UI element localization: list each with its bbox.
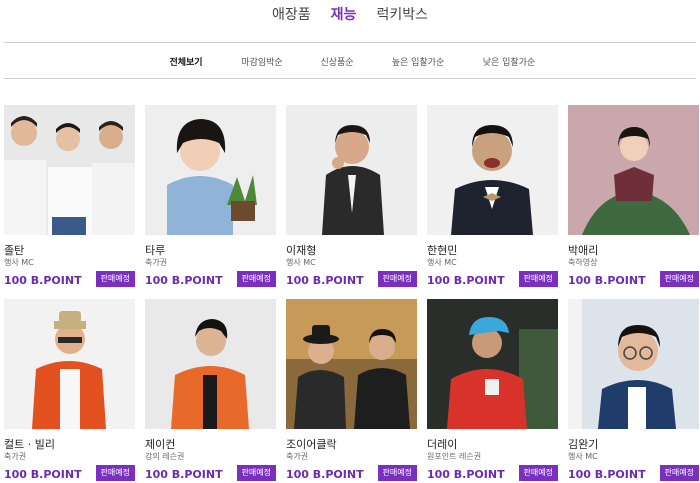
product-category: 원포인트 레슨권 — [427, 452, 482, 461]
product-card[interactable]: 판매예정 박애리 축하영상 100 B.POINT — [568, 105, 699, 287]
product-price: 100 B.POINT — [568, 468, 646, 481]
product-price: 100 B.POINT — [4, 274, 82, 287]
product-card[interactable]: 판매예정 조이어클락 축가권 100 B.POINT — [286, 299, 417, 481]
product-category: 축하영상 — [568, 258, 598, 267]
tab-lucky-box[interactable]: 럭키박스 — [376, 5, 428, 27]
product-photo — [286, 105, 417, 235]
product-card[interactable]: 판매예정 졸탄 행사 MC 100 B.POINT — [4, 105, 135, 287]
product-name: 한현민 — [427, 244, 458, 257]
product-price: 100 B.POINT — [145, 274, 223, 287]
product-name: 이재형 — [286, 244, 317, 257]
main-category-tabs: 애장품 재능 럭키박스 — [0, 5, 700, 27]
status-badge: 판매예정 — [377, 465, 417, 481]
product-price: 100 B.POINT — [4, 468, 82, 481]
product-photo — [4, 105, 135, 235]
product-photo — [568, 105, 699, 235]
product-card[interactable]: 판매예정 이재형 행사 MC 100 B.POINT — [286, 105, 417, 287]
tab-lowest-bid[interactable]: 낮은 입찰가순 — [483, 55, 536, 68]
product-category: 행사 MC — [427, 258, 457, 267]
product-name: 컬트 · 빌리 — [4, 438, 55, 451]
status-badge: 판매예정 — [236, 465, 276, 481]
product-category: 강의 레슨권 — [145, 452, 185, 461]
status-badge: 판매예정 — [518, 271, 558, 287]
product-photo — [145, 299, 276, 429]
product-photo — [145, 105, 276, 235]
product-photo — [568, 299, 699, 429]
status-badge: 판매예정 — [518, 465, 558, 481]
status-badge: 판매예정 — [236, 271, 276, 287]
product-category: 축가권 — [145, 258, 168, 267]
status-badge: 판매예정 — [377, 271, 417, 287]
tab-keepsakes[interactable]: 애장품 — [272, 5, 311, 27]
product-card[interactable]: 판매예정 한현민 행사 MC 100 B.POINT — [427, 105, 558, 287]
status-badge: 판매예정 — [95, 271, 135, 287]
product-price: 100 B.POINT — [286, 274, 364, 287]
product-name: 김완기 — [568, 438, 599, 451]
product-name: 졸탄 — [4, 244, 25, 257]
tab-highest-bid[interactable]: 높은 입찰가순 — [392, 55, 445, 68]
product-price: 100 B.POINT — [286, 468, 364, 481]
product-photo — [286, 299, 417, 429]
tab-newest[interactable]: 신상품순 — [320, 55, 353, 68]
divider-top — [4, 42, 696, 43]
tab-talents[interactable]: 재능 — [331, 5, 357, 27]
tab-ending-soon[interactable]: 마감임박순 — [241, 55, 282, 68]
product-name: 제이컨 — [145, 438, 176, 451]
sort-tabs: 전체보기 마감임박순 신상품순 높은 입찰가순 낮은 입찰가순 — [0, 55, 700, 69]
product-card[interactable]: 판매예정 타루 축가권 100 B.POINT — [145, 105, 276, 287]
status-badge: 판매예정 — [659, 465, 699, 481]
product-card[interactable]: 판매예정 더레이 원포인트 레슨권 100 B.POINT — [427, 299, 558, 481]
product-card[interactable]: 판매예정 김완기 행사 MC 100 B.POINT — [568, 299, 699, 481]
product-name: 타루 — [145, 244, 166, 257]
product-photo — [4, 299, 135, 429]
product-category: 행사 MC — [568, 452, 598, 461]
product-card[interactable]: 판매예정 제이컨 강의 레슨권 100 B.POINT — [145, 299, 276, 481]
product-photo — [427, 105, 558, 235]
status-badge: 판매예정 — [95, 465, 135, 481]
product-price: 100 B.POINT — [427, 468, 505, 481]
tab-view-all[interactable]: 전체보기 — [169, 55, 202, 68]
product-category: 행사 MC — [286, 258, 316, 267]
product-name: 박애리 — [568, 244, 599, 257]
status-badge: 판매예정 — [659, 271, 699, 287]
product-category: 행사 MC — [4, 258, 34, 267]
product-name: 조이어클락 — [286, 438, 337, 451]
product-card[interactable]: 판매예정 컬트 · 빌리 축가권 100 B.POINT — [4, 299, 135, 481]
product-price: 100 B.POINT — [568, 274, 646, 287]
product-name: 더레이 — [427, 438, 458, 451]
product-price: 100 B.POINT — [145, 468, 223, 481]
product-price: 100 B.POINT — [427, 274, 505, 287]
product-category: 축가권 — [286, 452, 309, 461]
divider-sort — [4, 78, 696, 79]
product-photo — [427, 299, 558, 429]
product-category: 축가권 — [4, 452, 27, 461]
